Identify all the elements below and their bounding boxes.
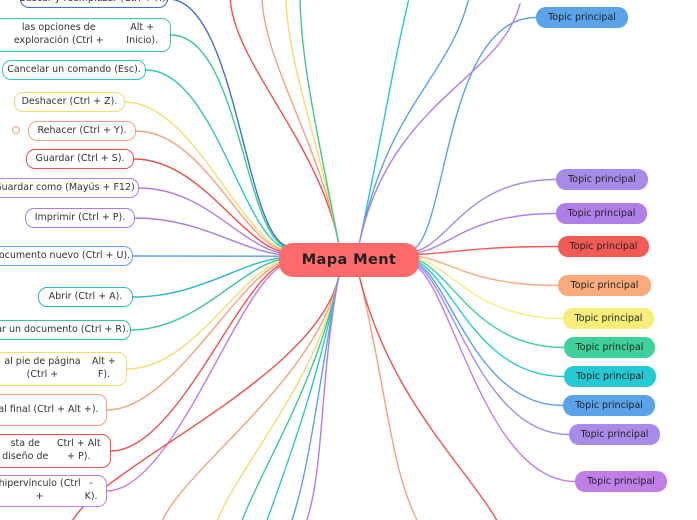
connector-right bbox=[407, 178, 557, 253]
node-print[interactable]: Imprimir (Ctrl + P). bbox=[25, 208, 135, 228]
node-label: hipervínculo (Ctrl + bbox=[0, 478, 81, 502]
node-new-document[interactable]: documento nuevo (Ctrl + U). bbox=[0, 246, 133, 266]
node-label: Abrir (Ctrl + A). bbox=[48, 290, 123, 302]
connector-offscreen bbox=[161, 274, 340, 520]
connector-offscreen bbox=[229, 0, 340, 246]
collapse-toggle[interactable] bbox=[12, 126, 20, 134]
central-topic[interactable]: Mapa Ment bbox=[279, 243, 419, 277]
connector-right bbox=[407, 262, 576, 483]
connector-offscreen bbox=[261, 0, 340, 246]
node-print-layout[interactable]: sta de diseño de Ctrl + Alt + P). bbox=[0, 434, 111, 468]
node-cancel-command[interactable]: Cancelar un comando (Esc). bbox=[2, 60, 146, 80]
connector-offscreen bbox=[358, 0, 470, 246]
main-topic-pill[interactable]: Topic principal bbox=[536, 7, 628, 28]
node-close-document[interactable]: rar un documento (Ctrl + R). bbox=[0, 320, 131, 340]
connector-offscreen bbox=[299, 0, 340, 246]
node-label: las opciones de exploración (Ctrl + bbox=[13, 22, 104, 46]
main-topic-pill[interactable]: Topic principal bbox=[564, 337, 655, 358]
node-hyperlink[interactable]: hipervínculo (Ctrl + - K). bbox=[0, 475, 107, 507]
connector-left bbox=[169, 0, 291, 248]
connector-left bbox=[124, 101, 291, 251]
node-label: - K). bbox=[84, 478, 98, 502]
main-topic-pill[interactable]: Topic principal bbox=[558, 275, 651, 296]
node-label: al final (Ctrl + Alt + bbox=[0, 403, 92, 415]
main-topic-pill[interactable]: Topic principal bbox=[564, 366, 656, 387]
connector-offscreen bbox=[358, 0, 410, 246]
connector-left bbox=[110, 261, 291, 452]
connector-offscreen bbox=[306, 274, 340, 520]
node-label: Guardar como (Mayús + F12) bbox=[0, 181, 135, 193]
connector-offscreen bbox=[285, 0, 340, 246]
connector-right bbox=[407, 245, 559, 256]
main-topic-pill[interactable]: Topic principal bbox=[556, 169, 648, 190]
connector-right bbox=[407, 256, 564, 320]
mind-map-canvas: Mapa Ment Buscar y reemplazar (Ctrl + H)… bbox=[0, 0, 697, 520]
node-label: Alt + F). bbox=[92, 356, 116, 380]
node-label: Guardar (Ctrl + S). bbox=[35, 152, 125, 164]
node-label: ). bbox=[91, 403, 99, 415]
connector-offscreen bbox=[358, 274, 498, 520]
node-label: Alt + Inicio). bbox=[126, 22, 159, 46]
node-redo[interactable]: Rehacer (Ctrl + Y). bbox=[28, 121, 136, 141]
node-label: Buscar y reemplazar (Ctrl + H). bbox=[19, 0, 168, 5]
node-label: Cancelar un comando (Esc). bbox=[7, 63, 141, 75]
node-undo[interactable]: Deshacer (Ctrl + Z). bbox=[14, 92, 125, 112]
node-label: Rehacer (Ctrl + Y). bbox=[37, 124, 127, 136]
node-label: al pie de página (Ctrl + bbox=[4, 356, 81, 380]
node-save[interactable]: Guardar (Ctrl + S). bbox=[26, 149, 134, 169]
node-open[interactable]: Abrir (Ctrl + A). bbox=[38, 287, 133, 307]
node-save-as[interactable]: Guardar como (Mayús + F12) bbox=[0, 178, 139, 198]
main-topic-pill[interactable]: Topic principal bbox=[563, 308, 654, 329]
main-topic-pill[interactable]: Topic principal bbox=[556, 203, 647, 224]
node-label: Deshacer (Ctrl + Z). bbox=[21, 95, 118, 107]
node-label: rar un documento (Ctrl + R). bbox=[0, 323, 129, 335]
main-topic-pill[interactable]: Topic principal bbox=[569, 424, 660, 445]
node-footer[interactable]: al pie de página (Ctrl + Alt + F). bbox=[0, 352, 127, 386]
node-label: sta de diseño de bbox=[2, 438, 49, 462]
main-topic-pill[interactable]: Topic principal bbox=[558, 236, 649, 257]
node-label: documento nuevo (Ctrl + U). bbox=[0, 249, 131, 261]
main-topic-pill[interactable]: Topic principal bbox=[575, 471, 667, 492]
node-label: Imprimir (Ctrl + P). bbox=[34, 211, 126, 223]
node-endnote[interactable]: al final (Ctrl + Alt +). bbox=[0, 394, 107, 426]
node-find-replace[interactable]: Buscar y reemplazar (Ctrl + H). bbox=[19, 0, 169, 8]
node-browse-options[interactable]: las opciones de exploración (Ctrl + Alt +… bbox=[0, 18, 171, 52]
connector-right bbox=[407, 259, 564, 407]
connector-left bbox=[132, 256, 291, 298]
main-topic-pill[interactable]: Topic principal bbox=[563, 395, 655, 416]
connector-left bbox=[145, 69, 291, 250]
node-label: Ctrl + Alt + P). bbox=[56, 438, 101, 462]
